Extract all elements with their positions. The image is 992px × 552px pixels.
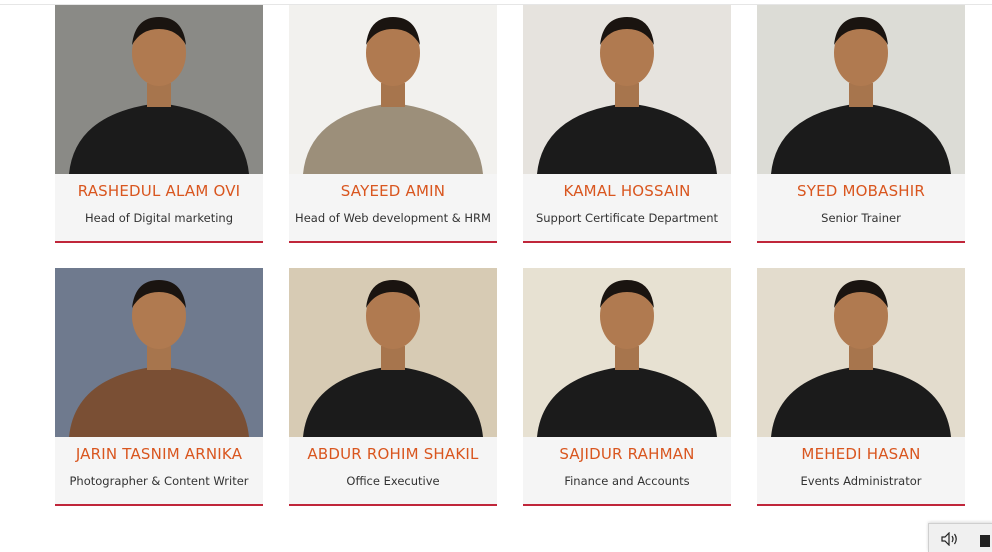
member-name: KAMAL HOSSAIN xyxy=(563,182,691,200)
member-photo xyxy=(757,5,965,174)
member-name: JARIN TASNIM ARNIKA xyxy=(75,445,243,463)
member-role: Support Certificate Department xyxy=(535,211,719,225)
member-name: SYED MOBASHIR xyxy=(796,182,926,200)
member-photo xyxy=(55,5,263,174)
card-accent-line xyxy=(523,241,731,243)
member-photo xyxy=(523,5,731,174)
member-name: ABDUR ROHIM SHAKIL xyxy=(307,445,479,463)
team-card[interactable]: SAYEED AMIN Head of Web development & HRM xyxy=(289,5,497,243)
member-photo xyxy=(523,268,731,437)
card-accent-line xyxy=(523,504,731,506)
card-accent-line xyxy=(757,241,965,243)
team-card[interactable]: MEHEDI HASAN Events Administrator xyxy=(757,268,965,506)
speaker-icon[interactable] xyxy=(941,532,959,546)
member-role: Events Administrator xyxy=(800,474,922,488)
member-role: Photographer & Content Writer xyxy=(69,474,249,488)
team-card[interactable]: SYED MOBASHIR Senior Trainer xyxy=(757,5,965,243)
member-name: MEHEDI HASAN xyxy=(801,445,921,463)
member-role: Head of Digital marketing xyxy=(84,211,233,225)
team-card[interactable]: KAMAL HOSSAIN Support Certificate Departm… xyxy=(523,5,731,243)
team-card[interactable]: SAJIDUR RAHMAN Finance and Accounts xyxy=(523,268,731,506)
member-photo xyxy=(289,268,497,437)
member-role: Senior Trainer xyxy=(821,211,901,225)
member-photo xyxy=(757,268,965,437)
card-accent-line xyxy=(55,241,263,243)
card-accent-line xyxy=(757,504,965,506)
card-accent-line xyxy=(289,504,497,506)
system-tray xyxy=(928,523,992,552)
member-role: Finance and Accounts xyxy=(564,474,690,488)
team-card[interactable]: RASHEDUL ALAM OVI Head of Digital marketi… xyxy=(55,5,263,243)
member-name: RASHEDUL ALAM OVI xyxy=(77,182,241,200)
member-photo xyxy=(289,5,497,174)
show-desktop-icon[interactable] xyxy=(980,535,990,547)
member-role: Head of Web development & HRM xyxy=(295,211,491,225)
member-name: SAYEED AMIN xyxy=(340,182,446,200)
member-role: Office Executive xyxy=(346,474,440,488)
card-accent-line xyxy=(55,504,263,506)
card-accent-line xyxy=(289,241,497,243)
team-card[interactable]: ABDUR ROHIM SHAKIL Office Executive xyxy=(289,268,497,506)
member-name: SAJIDUR RAHMAN xyxy=(559,445,695,463)
team-card[interactable]: JARIN TASNIM ARNIKA Photographer & Conten… xyxy=(55,268,263,506)
member-photo xyxy=(55,268,263,437)
